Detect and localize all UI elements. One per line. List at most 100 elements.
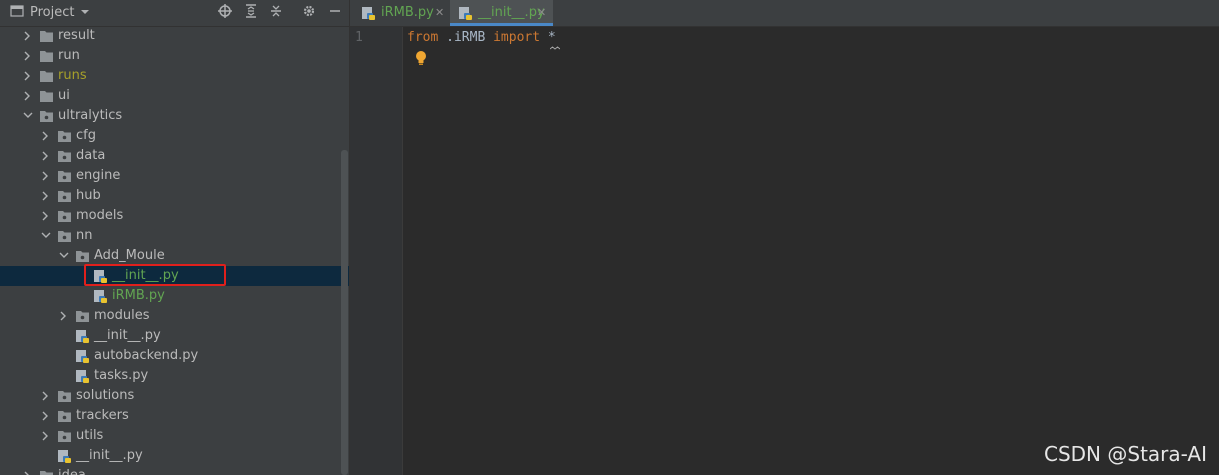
tab-init[interactable]: __init__.py ✕ [450,0,553,26]
chevron-right-icon[interactable] [40,186,52,206]
close-icon[interactable]: ✕ [537,0,546,26]
tree-folder-item[interactable]: cfg [0,126,349,146]
tree-folder-item[interactable]: modules [0,306,349,326]
tab-label: iRMB.py [381,5,434,20]
tree-folder-item[interactable]: utils [0,426,349,446]
tree-item-label: utils [76,428,104,443]
package-folder-icon [57,409,72,423]
tree-folder-item[interactable]: run [0,46,349,66]
folder-icon [39,49,54,63]
project-view-icon [8,4,26,22]
package-folder-icon [57,129,72,143]
chevron-right-icon[interactable] [22,466,34,475]
tree-folder-item[interactable]: solutions [0,386,349,406]
chevron-right-icon[interactable] [22,46,34,66]
tree-folder-item[interactable]: trackers [0,406,349,426]
tab-label: __init__.py [478,5,545,20]
tree-item-label: cfg [76,128,96,143]
tree-item-label: __init__.py [94,328,161,343]
tree-item-label: runs [58,68,87,83]
python-file-icon [75,349,90,363]
python-file-icon [75,369,90,383]
chevron-right-icon[interactable] [40,126,52,146]
chevron-down-icon[interactable] [22,106,34,126]
tree-file-item[interactable]: autobackend.py [0,346,349,366]
chevron-right-icon[interactable] [40,386,52,406]
folder-icon [39,69,54,83]
chevron-right-icon[interactable] [58,306,70,326]
tree-item-label: tasks.py [94,368,149,383]
chevron-right-icon[interactable] [22,66,34,86]
collapse-all-icon[interactable] [267,4,285,22]
line-number: 1 [355,30,363,45]
lightbulb-icon[interactable] [414,50,428,70]
tree-item-label: idea [58,466,86,475]
python-file-icon [57,449,72,463]
tree-item-label: hub [76,188,101,203]
gear-icon[interactable] [300,4,318,22]
tree-item-label: engine [76,168,121,183]
tree-folder-item[interactable]: hub [0,186,349,206]
package-folder-icon [57,169,72,183]
tree-folder-item[interactable]: engine [0,166,349,186]
chevron-right-icon[interactable] [40,406,52,426]
tree-item-label: models [76,208,124,223]
folder-icon [39,29,54,43]
package-folder-icon [57,229,72,243]
python-file-icon [93,289,108,303]
wildcard: * [540,30,556,45]
tree-file-item[interactable]: __init__.py [0,446,349,466]
code-line[interactable]: from .iRMB import * [407,30,556,45]
chevron-right-icon[interactable] [40,206,52,226]
tree-folder-item[interactable]: models [0,206,349,226]
tree-item-label: trackers [76,408,129,423]
folder-icon [39,469,54,475]
chevron-right-icon[interactable] [22,86,34,106]
warning-squiggle [550,46,560,50]
chevron-right-icon[interactable] [22,26,34,46]
tree-item-label: iRMB.py [112,288,165,303]
tree-item-label: run [58,48,80,63]
tree-file-item[interactable]: tasks.py [0,366,349,386]
tree-item-label: solutions [76,388,135,403]
tree-folder-item[interactable]: Add_Moule [0,246,349,266]
tree-item-label: modules [94,308,150,323]
tree-file-item[interactable]: __init__.py [0,326,349,346]
code-editor[interactable] [403,27,1219,475]
chevron-down-icon[interactable] [76,4,94,22]
keyword-import: import [493,30,541,45]
project-panel-title[interactable]: Project [30,5,74,20]
close-icon[interactable]: ✕ [435,0,444,26]
editor-tab-bar: iRMB.py ✕ __init__.py ✕ [350,0,1219,27]
package-folder-icon [57,429,72,443]
tree-folder-item[interactable]: idea [0,466,349,475]
chevron-right-icon[interactable] [40,166,52,186]
tree-item-label: ultralytics [58,108,123,123]
tree-item-label: Add_Moule [94,248,165,263]
hide-panel-icon[interactable] [326,4,344,22]
tree-scrollbar[interactable] [341,150,348,475]
chevron-down-icon[interactable] [40,226,52,246]
python-file-icon [75,329,90,343]
tree-file-item[interactable]: iRMB.py [0,286,349,306]
expand-all-icon[interactable] [242,4,260,22]
editor-gutter [350,27,403,475]
tree-folder-item[interactable]: runs [0,66,349,86]
package-folder-icon [57,189,72,203]
chevron-down-icon[interactable] [58,246,70,266]
tree-folder-item[interactable]: ui [0,86,349,106]
package-folder-icon [39,109,54,123]
tab-irmb[interactable]: iRMB.py ✕ [353,0,444,26]
package-folder-icon [57,389,72,403]
tree-folder-item[interactable]: nn [0,226,349,246]
package-folder-icon [57,209,72,223]
tree-folder-item[interactable]: data [0,146,349,166]
chevron-right-icon[interactable] [40,426,52,446]
chevron-right-icon[interactable] [40,146,52,166]
tree-folder-item[interactable]: ultralytics [0,106,349,126]
package-folder-icon [75,249,90,263]
tree-item-label: ui [58,88,70,103]
package-folder-icon [75,309,90,323]
locate-target-icon[interactable] [216,4,234,22]
tree-folder-item[interactable]: result [0,26,349,46]
